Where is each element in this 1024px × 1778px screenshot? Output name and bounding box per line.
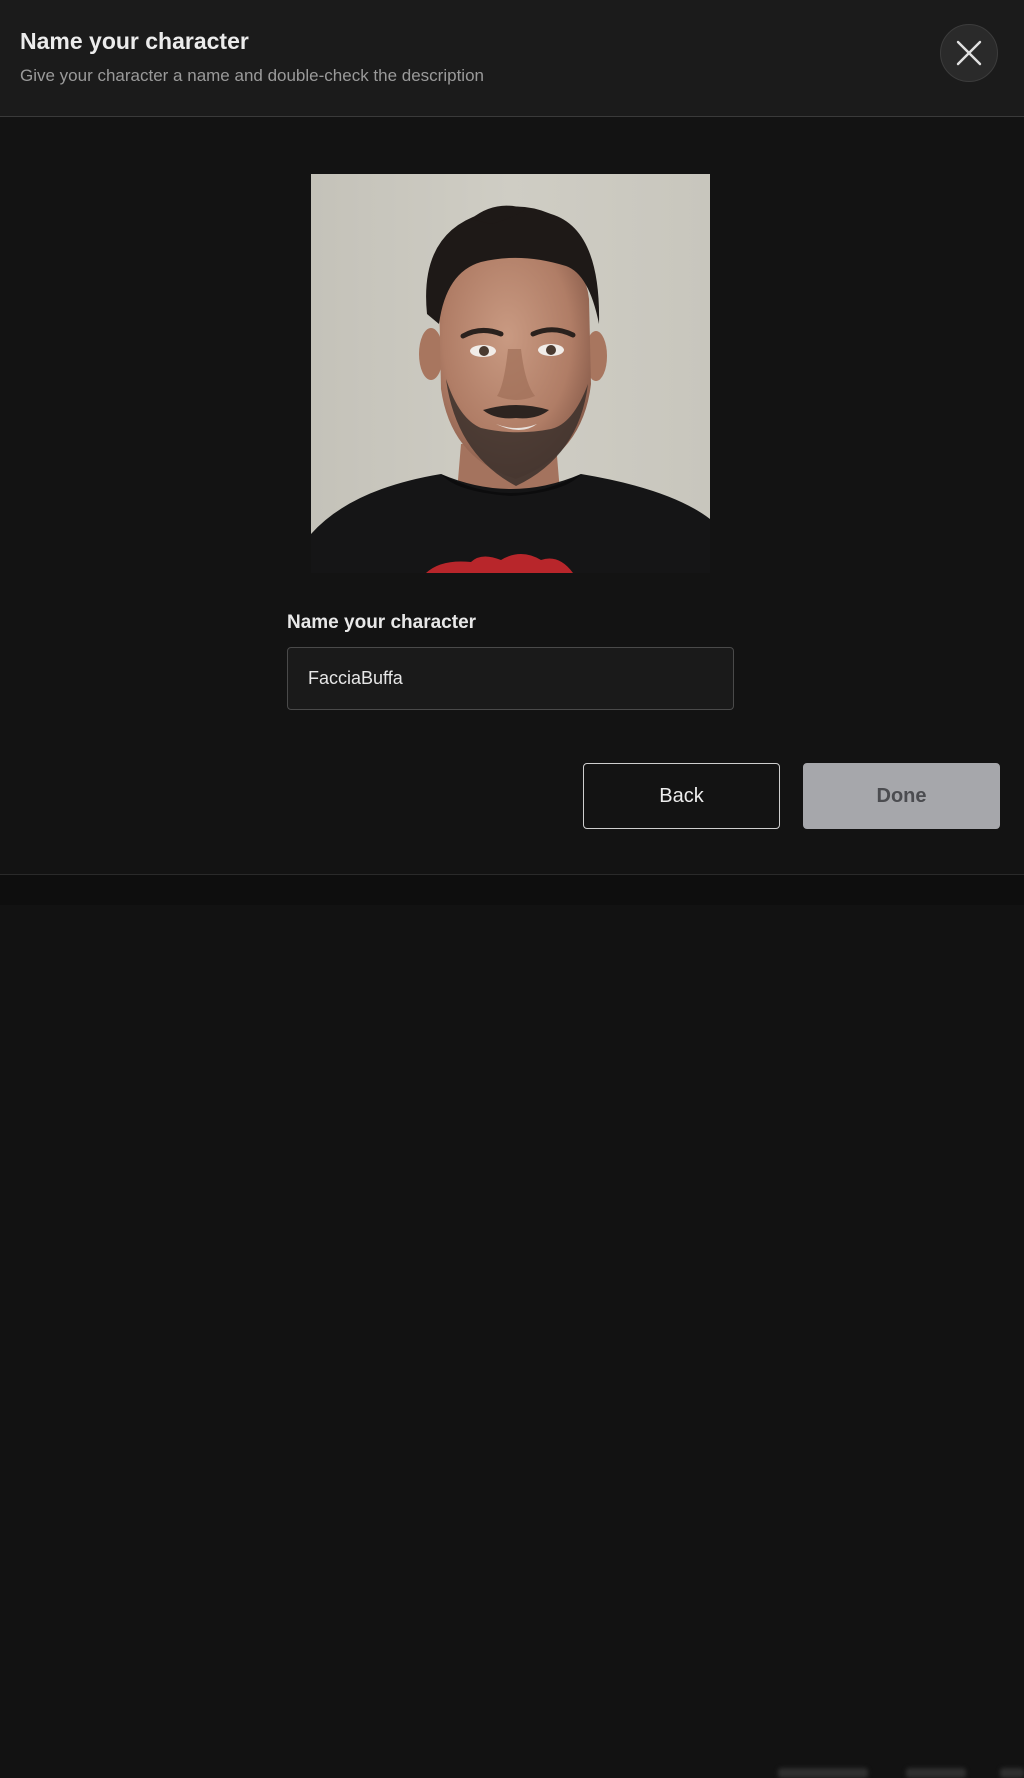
dialog-subtitle: Give your character a name and double-ch… — [20, 66, 484, 85]
close-icon — [956, 40, 982, 66]
done-button[interactable]: Done — [803, 763, 1000, 829]
character-dialog: Name your character Give your character … — [0, 0, 1024, 875]
footer-link-blurred — [778, 1768, 868, 1778]
character-name-input[interactable] — [287, 647, 734, 710]
dialog-header: Name your character Give your character … — [0, 0, 1024, 117]
footer-link-blurred — [1000, 1768, 1024, 1778]
portrait-image — [311, 174, 710, 573]
page-footer — [0, 875, 1024, 1778]
dialog-title: Name your character — [20, 28, 249, 54]
footer-link-blurred — [906, 1768, 966, 1778]
back-button[interactable]: Back — [583, 763, 780, 829]
close-button[interactable] — [940, 24, 998, 82]
character-portrait — [311, 174, 710, 573]
name-field-label: Name your character — [287, 612, 477, 633]
